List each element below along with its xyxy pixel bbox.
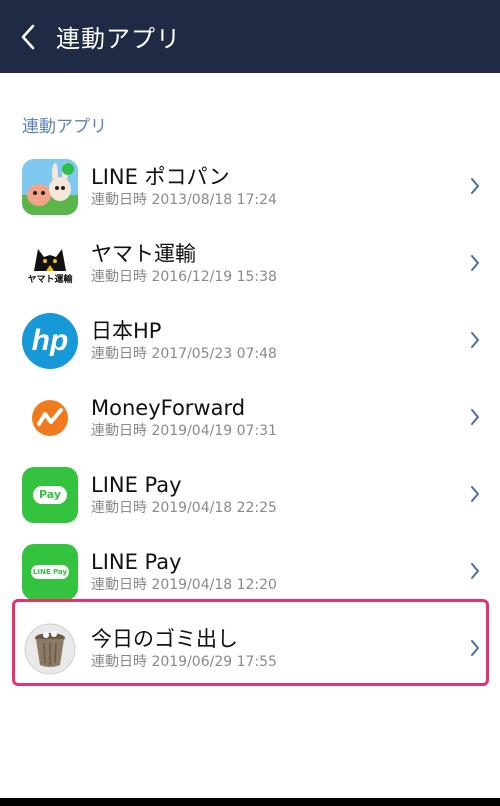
link-date: 連動日時 2019/04/18 22:25 (91, 500, 277, 516)
linked-apps-list: LINE ポコパン 連動日時 2013/08/18 17:24 ヤマト運輸 ヤマ… (0, 148, 500, 687)
moneyforward-icon (22, 389, 78, 446)
app-name: LINE Pay (91, 550, 182, 574)
chevron-right-icon (471, 409, 479, 425)
header-bar: 連動アプリ (0, 0, 500, 73)
list-item-app-line-pay-2[interactable]: LINE Pay LINE Pay 連動日時 2019/04/18 12:20 (0, 533, 500, 610)
line-pay-icon: LINE Pay (22, 543, 78, 600)
yamato-logo-text: ヤマト運輸 (27, 275, 73, 285)
pokopang-icon (22, 158, 78, 215)
chevron-right-icon (471, 178, 479, 194)
app-name: LINE Pay (91, 473, 182, 497)
hp-logo-icon: hp (22, 312, 78, 369)
chevron-right-icon (471, 255, 479, 271)
list-item-app-yamato[interactable]: ヤマト運輸 ヤマト運輸 連動日時 2016/12/19 15:38 (0, 225, 500, 302)
page-title: 連動アプリ (56, 25, 181, 53)
yamato-cat-icon: ヤマト運輸 (22, 235, 78, 292)
line-pay-logo-text: LINE Pay (32, 567, 68, 576)
link-date: 連動日時 2016/12/19 15:38 (91, 269, 277, 285)
chevron-right-icon (471, 640, 479, 656)
system-nav-bar (0, 798, 500, 806)
back-arrow-icon (21, 24, 35, 49)
link-date: 連動日時 2019/04/19 07:31 (91, 423, 277, 439)
list-item-app-moneyforward[interactable]: MoneyForward 連動日時 2019/04/19 07:31 (0, 379, 500, 456)
app-name: 今日のゴミ出し (91, 627, 238, 651)
app-name: ヤマト運輸 (91, 242, 196, 266)
app-name: 日本HP (91, 319, 162, 343)
chevron-right-icon (471, 563, 479, 579)
link-date: 連動日時 2019/06/29 17:55 (91, 654, 277, 670)
list-item-app-pokopang[interactable]: LINE ポコパン 連動日時 2013/08/18 17:24 (0, 148, 500, 225)
line-pay-icon: Pay (22, 466, 78, 523)
app-name: MoneyForward (91, 396, 246, 420)
chevron-right-icon (471, 486, 479, 502)
link-date: 連動日時 2019/04/18 12:20 (91, 577, 277, 593)
hp-logo-text: hp (31, 323, 69, 357)
list-item-app-garbage-day[interactable]: 今日のゴミ出し 連動日時 2019/06/29 17:55 (0, 610, 500, 687)
list-item-app-hp[interactable]: hp 日本HP 連動日時 2017/05/23 07:48 (0, 302, 500, 379)
line-pay-logo-text: Pay (38, 488, 62, 501)
trash-can-icon (22, 620, 78, 677)
chevron-right-icon (471, 332, 479, 348)
back-button[interactable] (0, 0, 56, 73)
list-item-app-line-pay[interactable]: Pay LINE Pay 連動日時 2019/04/18 22:25 (0, 456, 500, 533)
section-label: 連動アプリ (22, 117, 107, 137)
link-date: 連動日時 2017/05/23 07:48 (91, 346, 277, 362)
link-date: 連動日時 2013/08/18 17:24 (91, 192, 277, 208)
app-name: LINE ポコパン (91, 165, 230, 189)
